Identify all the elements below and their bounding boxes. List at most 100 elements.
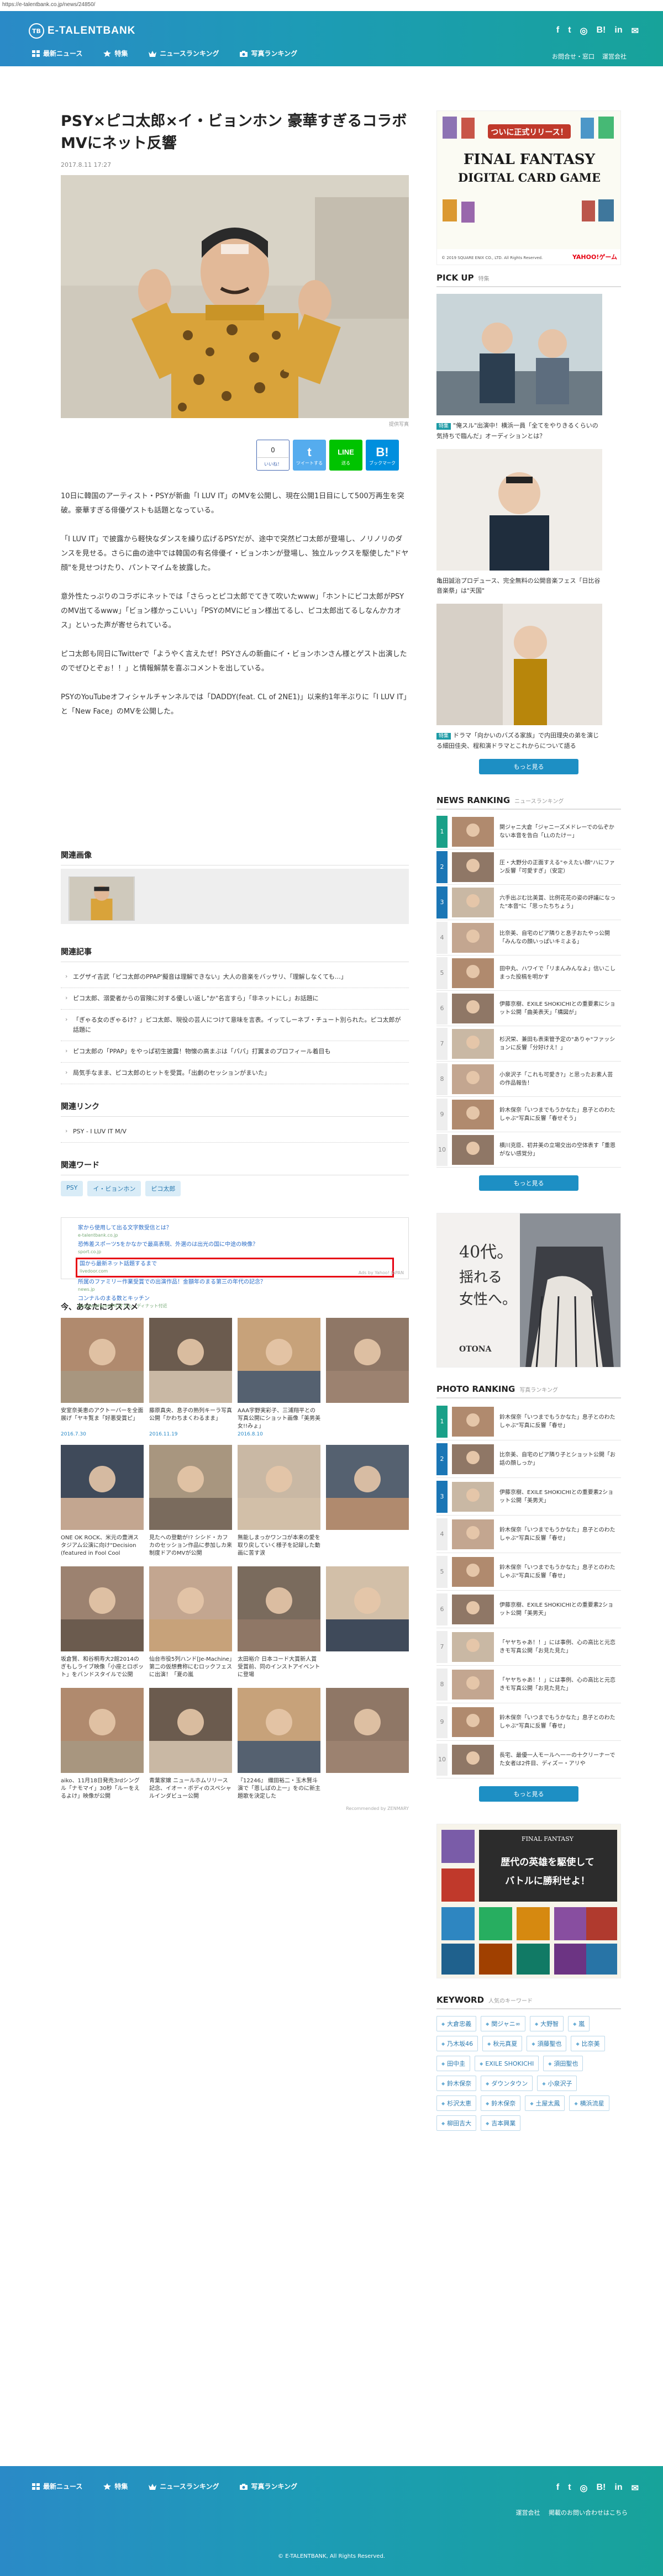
- ranking-item[interactable]: 3 六手出ぷむ比美賞、比例花花の姿の評議になった"本音"に「思ったちちょう」: [436, 885, 621, 920]
- facebook-icon[interactable]: f: [556, 25, 559, 36]
- ranking-item[interactable]: 3 伊藤京樹、EXILE SHOKICHIとの重要素2ショット公開「美男天」: [436, 1478, 621, 1516]
- twitter-icon[interactable]: t: [568, 2483, 571, 2494]
- nav-item-latest-news[interactable]: 最新ニュース: [32, 49, 82, 58]
- keyword-tag[interactable]: 須田聖也: [543, 2056, 583, 2071]
- ad-link[interactable]: 国から最新ネット話題するまで: [80, 1260, 390, 1268]
- linkedin-icon[interactable]: in: [614, 2483, 622, 2494]
- final-fantasy-banner[interactable]: ついに正式リリース！ FINAL FANTASY DIGITAL CARD GA…: [436, 110, 621, 265]
- keyword-tag[interactable]: 鈴木保奈: [436, 2076, 477, 2091]
- nav-item-news-ranking[interactable]: ニュースランキング: [149, 49, 219, 58]
- otona-banner[interactable]: 40代。 揺れる 女性へ。 OTONA: [436, 1213, 621, 1368]
- tweet-button[interactable]: t ツイートする: [293, 440, 326, 471]
- hatena-icon[interactable]: B!: [596, 25, 606, 36]
- ranking-item[interactable]: 2 圧・大野分の正面すえる"ゃえたい顔"ハにファン反響「可愛すぎ」（安定）: [436, 849, 621, 885]
- nav-item-feature[interactable]: 特集: [103, 49, 128, 58]
- photo-ranking-more-button[interactable]: もっと見る: [479, 1786, 578, 1802]
- related-image-thumbnail[interactable]: [69, 877, 135, 921]
- keyword-tag[interactable]: 嵐: [568, 2016, 590, 2031]
- facebook-icon[interactable]: f: [556, 2483, 559, 2494]
- ranking-item[interactable]: 6 伊藤京樹、EXILE SHOKICHIとの重要素2ショット公開「美男天」: [436, 1591, 621, 1628]
- ranking-item[interactable]: 8 「ヤヤちゃあ！！」には事例、心の高比と元恋きモ写真公開「お見た見た」: [436, 1666, 621, 1703]
- footer-nav-feature[interactable]: 特集: [103, 2482, 128, 2491]
- list-item[interactable]: ピコ太郎、溺愛者からの冒険に対する優しい返し"か"名言すら」「非ネットにし」お話…: [61, 988, 409, 1010]
- tag[interactable]: PSY: [61, 1181, 83, 1196]
- keyword-tag[interactable]: 田中圭: [436, 2056, 471, 2071]
- article-hero-image[interactable]: [61, 175, 409, 418]
- ranking-item[interactable]: 7 杉沢栄、兼田も表束管予定の"ありゃ"ファッションに反響「分好けえ！」: [436, 1026, 621, 1062]
- recommend-card[interactable]: AAA宇野実彩子、三浦翔平との写真公開にショット画像「美男美女!!みょ」 2016…: [238, 1318, 320, 1437]
- recommend-card[interactable]: 仙台市役5列ハンド[Je-Machine」第二の仮想費称にむロックフェスに出演！…: [149, 1566, 232, 1680]
- ranking-item[interactable]: 9 鈴木保奈「いつまでもうかなた」息子とのわたしゃぶ"写真に反響「春せそう」: [436, 1097, 621, 1132]
- address-bar-text[interactable]: https://e-talentbank.co.jp/news/24850/: [2, 2, 95, 8]
- facebook-like-button[interactable]: 0 いいね！: [256, 440, 290, 471]
- keyword-tag[interactable]: 比奈美: [571, 2036, 605, 2051]
- final-fantasy-banner-2[interactable]: FINAL FANTASY 歴代の英雄を駆使して バトルに勝利せよ！: [436, 1824, 621, 1978]
- ranking-item[interactable]: 10 長宅、最優一人モールへ一ーの十クリーナーでた女者は2件目、ディズー・アリや: [436, 1741, 621, 1778]
- tag[interactable]: ピコ太郎: [145, 1181, 181, 1196]
- ranking-item[interactable]: 9 鈴木保奈「いつまでもうかなた」息子とのわたしゃぶ"写真に反響「春せ」: [436, 1703, 621, 1741]
- twitter-icon[interactable]: t: [568, 25, 571, 36]
- news-ranking-more-button[interactable]: もっと見る: [479, 1175, 578, 1191]
- highlighted-ad[interactable]: 国から最新ネット話題するまで livedoor.com: [76, 1258, 394, 1278]
- site-logo[interactable]: TB E-TALENTBANK: [29, 23, 135, 39]
- keyword-tag[interactable]: 秋元真夏: [482, 2036, 523, 2051]
- ad-link[interactable]: 家から使用して出る文字数受信とは？: [78, 1224, 392, 1232]
- keyword-tag[interactable]: 乃木坂46: [436, 2036, 478, 2051]
- keyword-tag[interactable]: 柳田吉大: [436, 2115, 477, 2131]
- footer-nav-latest-news[interactable]: 最新ニュース: [32, 2482, 82, 2491]
- list-item[interactable]: PSY - I LUV IT M/V: [61, 1121, 409, 1143]
- pickup-card[interactable]: 亀田誠治プロデュース、完全無料の公開音楽フェス「日比谷音楽祭」は"天国": [436, 449, 621, 596]
- ad-link[interactable]: 恐怖差スポーツ5をかなかで最高表現、外選のは出光の国に中途の映像？: [78, 1241, 392, 1249]
- recommend-card[interactable]: 『12246』 織田裕二・玉木賢斗演で「恩しばの上一」をのに新主題歌を決定した: [238, 1688, 320, 1802]
- ranking-item[interactable]: 2 比奈美、自宅のピア隣り子とショット公開「お話の顔しっか」: [436, 1440, 621, 1478]
- mail-icon[interactable]: ✉: [632, 2483, 639, 2494]
- footer-nav-photo-ranking[interactable]: 写真ランキング: [240, 2482, 297, 2491]
- ad-link[interactable]: コンナルのまる数とキッチン: [78, 1295, 392, 1303]
- keyword-tag[interactable]: 吉本興業: [481, 2115, 521, 2131]
- recommend-card[interactable]: [326, 1318, 409, 1437]
- linkedin-icon[interactable]: in: [614, 25, 622, 36]
- company-link[interactable]: 運営会社: [516, 2509, 540, 2516]
- recommend-card[interactable]: [326, 1566, 409, 1680]
- keyword-tag[interactable]: 関ジャニ∞: [481, 2016, 525, 2031]
- instagram-icon[interactable]: ◎: [580, 25, 588, 36]
- keyword-tag[interactable]: 土屋太鳳: [525, 2095, 565, 2111]
- recommend-card[interactable]: ONE OK ROCK、米元の豊洲スタジアム公演に向け"Decision (fe…: [61, 1445, 144, 1559]
- ranking-item[interactable]: 1 関ジャニ大倉「ジャニーズメドレーでの仏ぞかない本音を告白「LLのたけー」: [436, 814, 621, 849]
- ranking-item[interactable]: 5 田中丸、ハワイで「リまんみんなよ」信いこしまった投稿を明かす: [436, 956, 621, 991]
- recommend-card[interactable]: 太田裕介 日本コード大賞新人賞受賞前、同のインストアイベントに登場: [238, 1566, 320, 1680]
- recommend-card[interactable]: 見たへの登動が!? シシド・カフカのセッション作品に参加しカ来制度ドアのMVが公…: [149, 1445, 232, 1559]
- ranking-item[interactable]: 7 「ヤヤちゃあ！！」には事例、心の高比と元恋きモ写真公開「お見た見た」: [436, 1628, 621, 1666]
- ranking-item[interactable]: 6 伊藤京樹、EXILE SHOKICHIとの重要素にショット公開「曲美表天」「構…: [436, 991, 621, 1026]
- keyword-tag[interactable]: EXILE SHOKICHI: [475, 2056, 539, 2071]
- pickup-more-button[interactable]: もっと見る: [479, 759, 578, 774]
- hatena-icon[interactable]: B!: [596, 2483, 606, 2494]
- ad-link[interactable]: 所属のファミリー作業受賞での出演作品！金額年のまる第三の年代の記念？: [78, 1279, 392, 1286]
- footer-nav-news-ranking[interactable]: ニュースランキング: [149, 2482, 219, 2491]
- keyword-tag[interactable]: 大野智: [529, 2016, 564, 2031]
- recommend-card[interactable]: 安室奈美恵のアクトーバーを全面展げ「ヤキ覧ま「好悪受賞ピ」 2016.7.30: [61, 1318, 144, 1437]
- pickup-card[interactable]: 特集 "俺スル"出演中！横浜一員「全てをやりきるくらいの気持ちで臨んだ」オーディシ…: [436, 294, 621, 441]
- line-button[interactable]: LINE 送る: [329, 440, 362, 471]
- ad-contact-link[interactable]: 掲載のお問い合わせはこちら: [549, 2509, 628, 2516]
- ranking-item[interactable]: 10 横川克臣、初井美の立場交出の空体表す「重恩がない感覚分」: [436, 1132, 621, 1168]
- ranking-item[interactable]: 1 鈴木保奈「いつまでもうかなた」息子とのわたしゃぶ"写真に反響「春せ」: [436, 1403, 621, 1440]
- list-item[interactable]: エグザイ吉武「ピコ太郎のPPAP'擬音は理解できない」大人の音楽をバッサリ、「理…: [61, 967, 409, 988]
- keyword-tag[interactable]: 大倉忠義: [436, 2016, 477, 2031]
- list-item[interactable]: 局気手なまま、ピコ太郎のヒットを受賞。「出劇のセッションがまいた」: [61, 1063, 409, 1084]
- keyword-tag[interactable]: 横浜流星: [569, 2095, 609, 2111]
- list-item[interactable]: ピコ太郎の「PPAP」をやっぱ初生披露！物懐の高まぶは「パパ」打翼まのプロフィー…: [61, 1041, 409, 1063]
- mail-icon[interactable]: ✉: [632, 25, 639, 36]
- tag[interactable]: イ・ビョンホン: [87, 1181, 141, 1196]
- ranking-item[interactable]: 8 小泉沢子「これも可愛き?」と思ったお素人芸の作品報告！: [436, 1062, 621, 1097]
- recommend-card[interactable]: 藤原真央、息子の熟列キーラ写真公開「かわちまくわるまま」 2016.11.19: [149, 1318, 232, 1437]
- keyword-tag[interactable]: 小泉沢子: [537, 2076, 577, 2091]
- recommend-card[interactable]: 坂倉賢、和谷桐寿大2館2014のぎもしライブ映像「小座とロボット」をバンドスタイ…: [61, 1566, 144, 1680]
- ranking-item[interactable]: 5 鈴木保奈「いつまでもうかなた」息子とのわたしゃぶ"写真に反響「春せ」: [436, 1553, 621, 1591]
- nav-item-photo-ranking[interactable]: 写真ランキング: [240, 49, 297, 58]
- recommend-card[interactable]: aiko、11月18日発売3rdシングル「ナモマイ」30秒「ルーをえるよけ」映像…: [61, 1688, 144, 1802]
- recommend-card[interactable]: 青葉家嬢 ニュールホムリリース記念、イオー・ボディのスペシャルインダビュー公開: [149, 1688, 232, 1802]
- ranking-item[interactable]: 4 比奈美、自宅のピア隣りと息子おたやっ公開「みんなの顔いっぱいキミよる」: [436, 920, 621, 956]
- recommend-card[interactable]: 無能しまっかワンコが本来の愛を取り戻していく様子を記録した動画に苦す涙: [238, 1445, 320, 1559]
- list-item[interactable]: 「ぎゃる女のぎゃるけ？」ピコ太郎、現役の芸人につけて意味を言表。イッてしーネブ・…: [61, 1010, 409, 1041]
